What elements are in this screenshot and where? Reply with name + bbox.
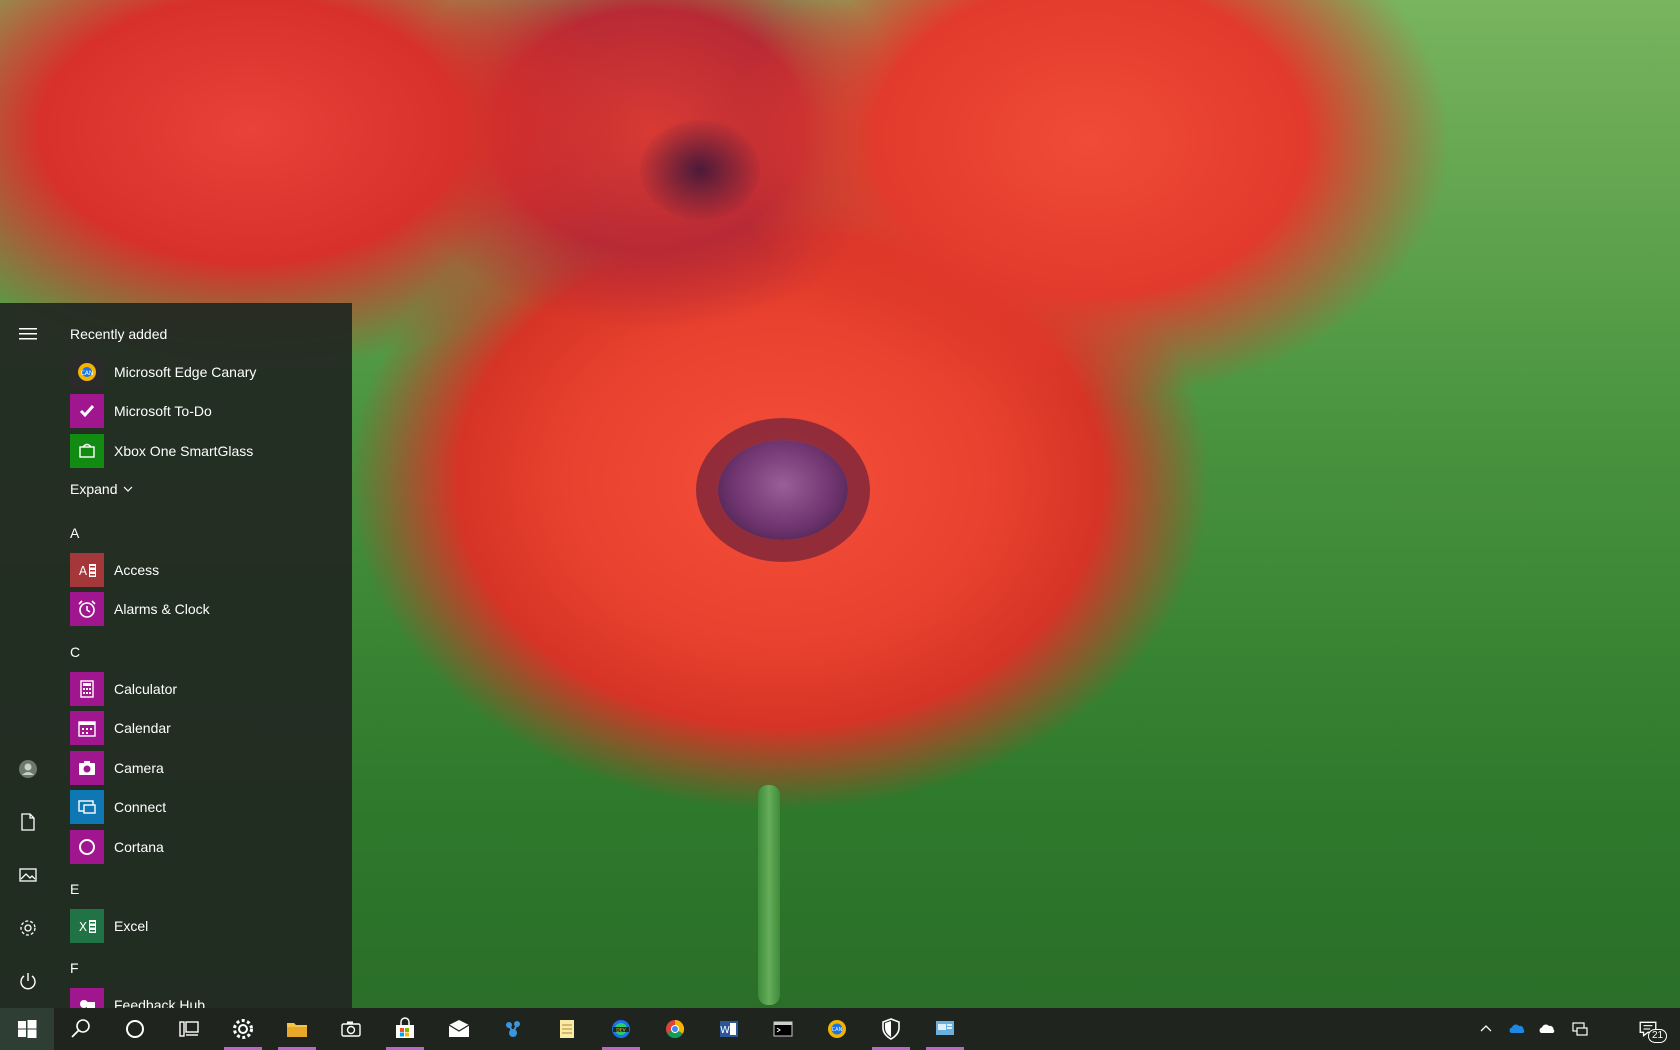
group-letter-e[interactable]: E xyxy=(70,881,79,897)
svg-text:W: W xyxy=(720,1025,730,1036)
app-list: Recently added CAN Microsoft Edge Canary… xyxy=(56,303,352,1008)
start-menu: Recently added CAN Microsoft Edge Canary… xyxy=(0,303,352,1008)
app-label: Microsoft Edge Canary xyxy=(114,364,257,380)
poppy-stem xyxy=(758,785,780,1005)
app-label: Excel xyxy=(114,918,149,934)
network-app-icon[interactable] xyxy=(486,1008,540,1050)
feedback-hub-icon xyxy=(70,988,104,1008)
notification-center-icon[interactable]: 21 xyxy=(1628,1008,1668,1050)
network-icon[interactable] xyxy=(1566,1008,1594,1050)
app-label: Feedback Hub xyxy=(114,997,206,1008)
file-explorer-icon[interactable] xyxy=(270,1008,324,1050)
app-camera[interactable]: Camera xyxy=(70,750,164,786)
windows-start-icon[interactable] xyxy=(0,1008,54,1050)
onedrive-icon[interactable] xyxy=(1504,1008,1530,1050)
group-letter-a[interactable]: A xyxy=(70,525,79,541)
group-letter-c[interactable]: C xyxy=(70,644,80,660)
calculator-icon xyxy=(70,672,104,706)
cloud-icon[interactable] xyxy=(1534,1008,1560,1050)
edge-canary-taskbar-icon[interactable]: CAN xyxy=(810,1008,864,1050)
search-icon[interactable] xyxy=(54,1008,108,1050)
task-view-icon[interactable] xyxy=(162,1008,216,1050)
app-calendar[interactable]: Calendar xyxy=(70,710,171,746)
word-icon[interactable]: W xyxy=(702,1008,756,1050)
chrome-icon[interactable] xyxy=(648,1008,702,1050)
xbox-smartglass-icon xyxy=(70,434,104,468)
excel-icon: X xyxy=(70,909,104,943)
app-access[interactable]: A Access xyxy=(70,552,159,588)
pictures-icon[interactable] xyxy=(0,851,56,899)
svg-text:A: A xyxy=(79,564,88,578)
app-alarms-clock[interactable]: Alarms & Clock xyxy=(70,591,210,627)
app-label: Microsoft To-Do xyxy=(114,403,212,419)
app-xbox-one-smartglass[interactable]: Xbox One SmartGlass xyxy=(70,433,253,469)
app-connect[interactable]: Connect xyxy=(70,789,166,825)
remote-desktop-icon[interactable] xyxy=(918,1008,972,1050)
chevron-up-icon[interactable] xyxy=(1474,1008,1498,1050)
hamburger-menu-icon[interactable] xyxy=(0,310,56,358)
expand-button[interactable]: Expand xyxy=(70,481,133,497)
access-icon: A xyxy=(70,553,104,587)
recently-added-header: Recently added xyxy=(70,326,168,342)
app-calculator[interactable]: Calculator xyxy=(70,671,177,707)
documents-icon[interactable] xyxy=(0,798,56,846)
app-cortana[interactable]: Cortana xyxy=(70,829,164,865)
cortana-circle-icon[interactable] xyxy=(108,1008,162,1050)
chevron-down-icon xyxy=(124,486,133,492)
app-label: Camera xyxy=(114,760,164,776)
security-shield-icon[interactable] xyxy=(864,1008,918,1050)
poppy-back-center xyxy=(640,120,760,220)
poppy-pistil xyxy=(718,440,848,540)
app-label: Connect xyxy=(114,799,167,815)
user-avatar-icon[interactable] xyxy=(0,745,56,793)
app-microsoft-to-do[interactable]: Microsoft To-Do xyxy=(70,393,212,429)
start-rail xyxy=(0,303,56,1008)
edge-dev-icon[interactable]: DEV xyxy=(594,1008,648,1050)
connect-icon xyxy=(70,790,104,824)
todo-check-icon xyxy=(70,394,104,428)
group-letter-f[interactable]: F xyxy=(70,960,79,976)
notification-badge: 21 xyxy=(1648,1029,1668,1043)
edge-canary-icon: CAN xyxy=(70,355,104,389)
app-label: Xbox One SmartGlass xyxy=(114,443,254,459)
svg-text:CAN: CAN xyxy=(832,1027,843,1033)
cortana-icon xyxy=(70,830,104,864)
app-label: Cortana xyxy=(114,839,164,855)
app-label: Access xyxy=(114,562,160,578)
camera-app-icon[interactable] xyxy=(324,1008,378,1050)
app-label: Calculator xyxy=(114,681,178,697)
taskbar: DEV W CAN 21 xyxy=(0,1008,1680,1050)
mail-icon[interactable] xyxy=(432,1008,486,1050)
power-icon[interactable] xyxy=(0,957,56,1005)
terminal-icon[interactable] xyxy=(756,1008,810,1050)
svg-text:DEV: DEV xyxy=(616,1027,626,1033)
svg-text:CAN: CAN xyxy=(81,370,94,377)
camera-icon xyxy=(70,751,104,785)
app-microsoft-edge-canary[interactable]: CAN Microsoft Edge Canary xyxy=(70,354,256,390)
app-feedback-hub[interactable]: Feedback Hub xyxy=(70,987,205,1008)
calendar-icon xyxy=(70,711,104,745)
settings-icon[interactable] xyxy=(0,904,56,952)
app-label: Calendar xyxy=(114,720,171,736)
notepad-icon[interactable] xyxy=(540,1008,594,1050)
expand-label: Expand xyxy=(70,481,118,497)
svg-text:X: X xyxy=(79,920,87,934)
settings-gear-icon[interactable] xyxy=(216,1008,270,1050)
alarm-clock-icon xyxy=(70,592,104,626)
app-excel[interactable]: X Excel xyxy=(70,908,148,944)
app-label: Alarms & Clock xyxy=(114,601,210,617)
store-icon[interactable] xyxy=(378,1008,432,1050)
